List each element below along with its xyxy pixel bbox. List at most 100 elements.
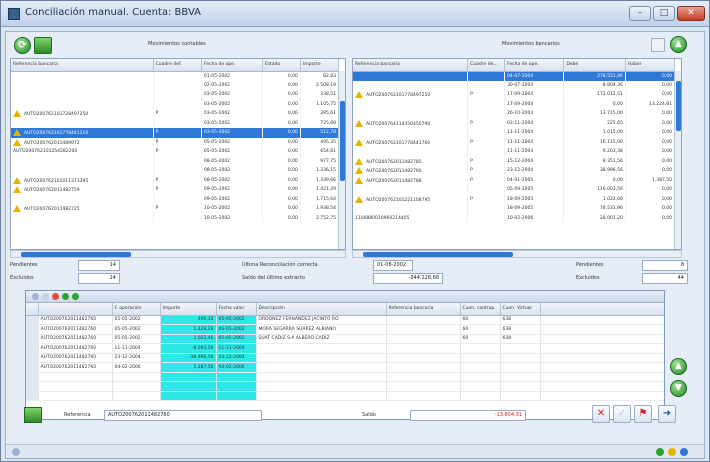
arrow-up-icon[interactable]: ▲ — [670, 36, 687, 53]
table-row[interactable]: AUTO200762011482759 P 09-05-2002 0,00 1.421,… — [11, 185, 340, 195]
column-header[interactable]: Referencia bancaria — [386, 303, 461, 316]
column-header[interactable]: Cuen. Virtual — [500, 303, 541, 316]
table-row[interactable]: AUTO200762011482760 04-02-2006 1.287,50 04-… — [26, 362, 664, 373]
bank-movements-grid[interactable]: Referencia bancaria Cuadre de... Fecha de … — [352, 58, 682, 250]
right-hscroll-thumb[interactable] — [363, 252, 513, 257]
row-selector[interactable] — [26, 315, 39, 325]
table-row[interactable]: AUTO200762011482760 11-11-2004 -8.003,56 11… — [26, 343, 664, 354]
table-row[interactable]: AUTO200762011482760 05-05-2002 495,35 05-05… — [26, 315, 664, 325]
column-header[interactable]: Importe — [300, 59, 340, 72]
table-row[interactable]: AUTO200762011482725 P 10-05-2002 0,00 1.938,… — [11, 204, 340, 214]
right-vertical-scrollbar[interactable] — [674, 71, 681, 249]
left-horizontal-scrollbar[interactable] — [10, 250, 346, 258]
maximize-button[interactable]: □ — [653, 6, 675, 21]
table-row[interactable]: AUTO200764114350450790 P 03-11-2004 225,65 0… — [353, 118, 676, 128]
table-row[interactable]: 08-05-2002 0,00 1.336,15 — [11, 166, 340, 176]
table-row[interactable]: AUTO200762011482760 05-05-2002 1.428,28 06-… — [26, 324, 664, 335]
table-row[interactable]: AUTO200762101011373395 P 08-05-2002 0,00 1.3… — [11, 175, 340, 185]
table-row[interactable]: AUTO200762011489972 P 05-05-2002 0,00 495,35 — [11, 137, 340, 147]
cell-ref — [353, 128, 469, 138]
column-header[interactable]: Fecha de ope. — [504, 59, 565, 72]
column-header[interactable]: Haber — [625, 59, 676, 72]
column-header[interactable]: Cuen. contrap. — [460, 303, 501, 316]
left-vertical-scrollbar[interactable] — [338, 71, 345, 249]
exit-icon[interactable]: ➜ — [658, 405, 676, 423]
left-hscroll-thumb[interactable] — [21, 252, 131, 257]
column-header[interactable]: Estado — [262, 59, 301, 72]
close-button[interactable]: ✕ — [677, 6, 705, 21]
refresh-small-icon[interactable] — [72, 293, 79, 300]
table-row[interactable]: AUTO200762101221108795 P 18-09-2005 1.022,6… — [353, 194, 676, 204]
row-selector[interactable] — [26, 353, 39, 363]
table-row[interactable]: AUTO200762101778497250 P 17-09-2004 172.012… — [353, 90, 676, 100]
add-icon[interactable] — [62, 293, 69, 300]
table-row[interactable]: AUTO200762011482760 P 23-12-2004 38.996,56 0… — [353, 166, 676, 176]
filter-icon[interactable] — [651, 38, 665, 52]
column-header[interactable]: Cuadre de... — [467, 59, 506, 72]
table-row[interactable]: AUTO200762101728497250 P 03-05-2002 0,00 395… — [11, 109, 340, 119]
minimize-button[interactable]: – — [629, 6, 651, 21]
column-header[interactable]: Fecha de ope. — [201, 59, 263, 72]
reference-field[interactable]: AUTO200762011482760 — [104, 410, 262, 421]
table-row[interactable]: AUTO200762101778441210 P 03-05-2002 0,00 512… — [11, 128, 340, 138]
table-row[interactable]: 11-11-2004 1.015,00 0,00 — [353, 128, 676, 138]
sheet-icon[interactable] — [34, 37, 52, 54]
column-header[interactable]: Referencia bancaria — [11, 59, 154, 72]
table-row[interactable]: 10-05-2002 0,00 2.752,75 — [11, 213, 340, 223]
blank-icon[interactable] — [42, 293, 49, 300]
cell-desc — [256, 343, 387, 354]
table-row[interactable]: 17-09-2004 0,00 13.224,81 — [353, 99, 676, 109]
table-row[interactable]: 03-05-2002 0,00 338,51 — [11, 90, 340, 100]
empty-cell — [112, 381, 161, 392]
column-header[interactable]: Debe — [563, 59, 626, 72]
table-row[interactable]: 18-09-2005 78.531,96 0,00 — [353, 204, 676, 214]
flag-icon[interactable]: ⚑ — [634, 405, 652, 423]
column-header[interactable]: Fecha valor — [216, 303, 257, 316]
cell-importe: 338,51 — [300, 90, 340, 100]
row-selector[interactable] — [26, 343, 39, 354]
right-horizontal-scrollbar[interactable] — [352, 250, 682, 258]
export-icon[interactable] — [24, 407, 42, 423]
table-row[interactable]: AUTO200762011482760 05-05-2002 1.022,46 05-… — [26, 334, 664, 344]
column-header[interactable]: Importe — [160, 303, 217, 316]
column-header[interactable] — [38, 303, 113, 316]
column-header[interactable]: Descripción — [256, 303, 387, 316]
move-up-icon[interactable]: ▲ — [670, 358, 687, 375]
table-row[interactable]: 02-05-2002 0,00 2.508,19 — [11, 80, 340, 90]
table-row[interactable]: AUTO200762011482785 P 15-12-2004 8.351,56 0,… — [353, 156, 676, 166]
right-scroll-thumb[interactable] — [676, 81, 681, 131]
delete-icon[interactable] — [52, 293, 59, 300]
table-row[interactable]: 26-10-2004 13.715,00 0,00 — [353, 109, 676, 119]
table-row[interactable]: 11-11-2004 9.203,38 0,00 — [353, 147, 676, 157]
column-header[interactable]: Cuadre def. — [153, 59, 202, 72]
table-row[interactable]: 30-07-2004 8.804,36 0,00 — [353, 80, 676, 90]
table-row[interactable]: 03-05-2002 0,00 1.105,75 — [11, 99, 340, 109]
column-header[interactable]: Referencia bancaria — [353, 59, 469, 72]
move-down-icon[interactable]: ▼ — [670, 380, 687, 397]
table-row[interactable]: 08-05-2002 0,00 977,75 — [11, 156, 340, 166]
title-bar[interactable]: Conciliación manual. Cuenta: BBVA – □ ✕ — [1, 1, 709, 27]
left-scroll-thumb[interactable] — [340, 101, 345, 181]
row-selector[interactable] — [26, 324, 39, 335]
table-row[interactable]: 05-09-2005 116.003,56 0,00 — [353, 185, 676, 195]
table-row[interactable]: AUTO200762101778441760 P 11-11-2004 16.115,… — [353, 137, 676, 147]
matched-movements-panel[interactable]: F. operación Importe Fecha valor Descripció… — [25, 290, 665, 420]
confirm-icon[interactable]: ✓ — [613, 405, 631, 423]
cell-text: 9.203,38 — [602, 149, 623, 155]
table-row[interactable]: AUTO200762011482788 P 04-01-2005 0,00 1.387,… — [353, 175, 676, 185]
column-header[interactable]: F. operación — [112, 303, 161, 316]
row-selector[interactable] — [26, 334, 39, 344]
table-row[interactable]: 03-05-2002 0,00 725,69 — [11, 118, 340, 128]
table-row[interactable]: 1100880010960214405 10-02-2006 28.001,20 0,… — [353, 213, 676, 223]
collapse-icon[interactable] — [32, 293, 39, 300]
table-row[interactable]: 04-07-2004 278.551,46 0,00 — [353, 71, 676, 81]
cancel-icon[interactable]: ✕ — [592, 405, 610, 423]
table-row[interactable]: 09-05-2002 0,00 1.715,64 — [11, 194, 340, 204]
table-row[interactable]: AUTO200762101254282200 P 05-05-2002 0,00 654… — [11, 147, 340, 157]
accounting-movements-grid[interactable]: Referencia bancaria Cuadre def. Fecha de o… — [10, 58, 346, 250]
refresh-icon[interactable]: ⟳ — [14, 37, 31, 54]
table-row[interactable]: 01-05-2002 0,00 82,83 — [11, 71, 340, 81]
row-selector[interactable] — [26, 362, 39, 373]
cell-fop: 05-05-2002 — [112, 315, 161, 325]
table-row[interactable]: AUTO200762011482760 23-12-2004 -38.996,56 2… — [26, 353, 664, 363]
